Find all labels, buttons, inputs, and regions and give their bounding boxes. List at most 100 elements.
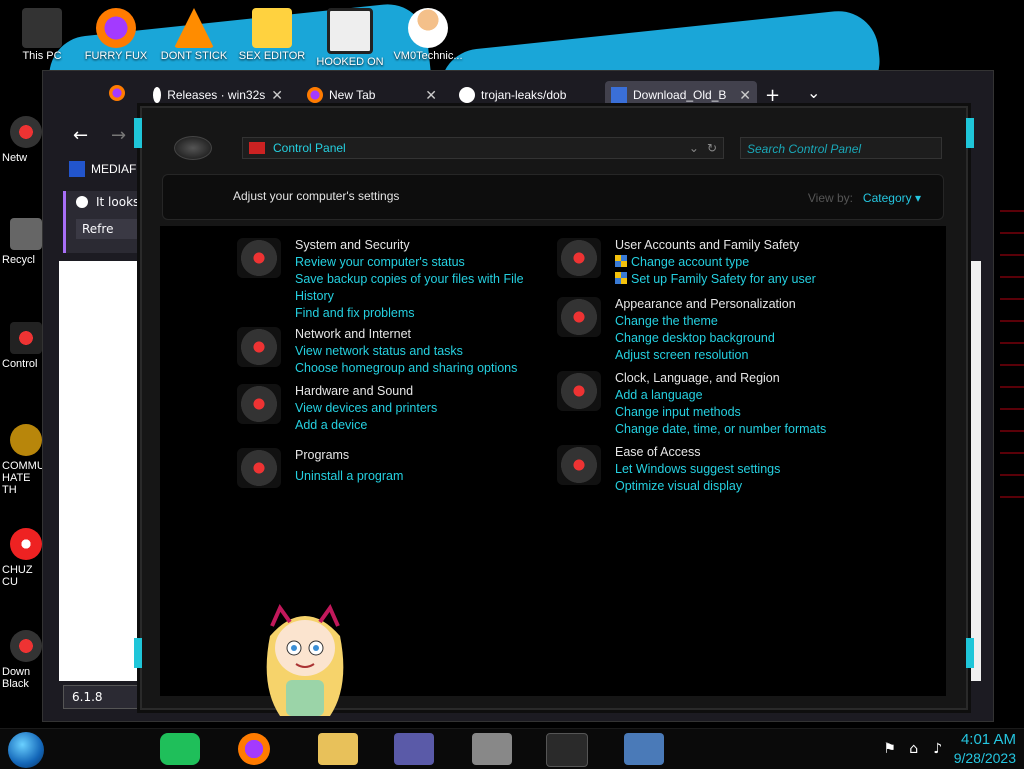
desktop-icon-network[interactable]: Netw [2,116,46,164]
category-link[interactable]: Change account type [615,254,855,271]
category-title[interactable]: Clock, Language, and Region [615,371,855,385]
category-link[interactable]: Change desktop background [615,330,855,347]
network-icon[interactable]: ⌂ [906,741,922,757]
frame-accent [966,118,974,148]
category-title[interactable]: Appearance and Personalization [615,297,855,311]
desktop-icon-label: Control [2,358,38,370]
category-link[interactable]: Let Windows suggest settings [615,461,855,478]
desktop-icon-control-panel[interactable]: Control [2,322,46,370]
desktop-icon-chuz[interactable]: CHUZ CU [2,528,46,588]
desktop-icon-recycle-bin[interactable]: Recycl [2,218,46,266]
flag-icon[interactable]: ⚑ [882,741,898,757]
breadcrumb[interactable]: Control Panel [273,141,346,155]
scrollbar[interactable] [967,261,981,681]
close-tab-icon[interactable]: ✕ [425,87,437,104]
clock-language-icon [557,371,601,411]
desktop-icon-furry-fux[interactable]: FURRY FUX [80,8,152,62]
category-ease-of-access: Ease of Access Let Windows suggest setti… [557,445,855,495]
address-bar[interactable]: Control Panel ⌄ ↻ [242,137,724,159]
category-programs: Programs Uninstall a program [237,448,525,488]
system-tray: ⚑ ⌂ ♪ 4:01 AM 9/28/2023 [882,729,1016,769]
category-link[interactable]: Review your computer's status [295,254,525,271]
category-system-security: System and Security Review your computer… [237,238,525,322]
category-link[interactable]: View devices and printers [295,400,525,417]
forward-button[interactable]: → [111,125,126,146]
desktop-icon-label: This PC [22,50,62,62]
speaker-icon[interactable]: ♪ [930,741,946,757]
search-box[interactable] [740,137,942,160]
desktop-icon-vm0technic[interactable]: VM0Technic... [392,8,464,62]
new-tab-button[interactable]: + [765,85,780,106]
frame-accent [966,638,974,668]
tab-trojan-leaks[interactable]: trojan-leaks/dob [459,81,589,109]
tab-releases[interactable]: Releases · win32s ✕ [153,81,283,109]
category-link[interactable]: Choose homegroup and sharing options [295,360,525,377]
category-title[interactable]: Programs [295,448,525,462]
close-tab-icon[interactable]: ✕ [739,87,751,104]
category-link[interactable]: Find and fix problems [295,305,525,322]
mediafire-icon [69,161,85,177]
page-title: Adjust your computer's settings [233,189,400,203]
taskbar-firefox-icon[interactable] [238,733,270,765]
notice-text: It looks [96,195,140,209]
taskbar-control-panel-icon[interactable] [546,733,588,767]
computer-icon [22,8,62,48]
category-title[interactable]: User Accounts and Family Safety [615,238,855,252]
vlc-icon [174,8,214,48]
clock[interactable]: 4:01 AM 9/28/2023 [954,731,1016,767]
taskbar-notes-icon[interactable] [160,733,200,765]
category-link[interactable]: Uninstall a program [295,468,525,485]
firefox-icon[interactable] [109,85,125,101]
category-title[interactable]: Network and Internet [295,327,525,341]
start-button[interactable] [8,732,44,768]
taskbar-file-explorer-icon[interactable] [318,733,358,765]
desktop-icon-download[interactable]: Down Black [2,630,46,690]
desktop-icon-dont-stick[interactable]: DONT STICK [158,8,230,62]
category-title[interactable]: Hardware and Sound [295,384,525,398]
taskbar-app-icon[interactable] [394,733,434,765]
taskbar-network-icon[interactable] [624,733,664,765]
category-link[interactable]: Adjust screen resolution [615,347,855,364]
desktop-icon-label: COMMU HATE TH [2,460,45,496]
tab-label: Download_Old_B [633,88,727,102]
download-icon [10,630,42,662]
desktop-icon-label: HOOKED ON [316,56,384,68]
category-link[interactable]: Save backup copies of your files with Fi… [295,271,525,305]
desktop-icon-this-pc[interactable]: This PC [6,8,78,62]
category-link[interactable]: Change date, time, or number formats [615,421,855,438]
github-icon [153,87,162,103]
category-link[interactable]: Change the theme [615,313,855,330]
category-link[interactable]: Add a language [615,387,855,404]
tab-new-tab[interactable]: New Tab ✕ [307,81,437,109]
category-title[interactable]: System and Security [295,238,525,252]
category-link[interactable]: Add a device [295,417,525,434]
tab-download-old[interactable]: Download_Old_B ✕ [605,81,757,109]
money-bag-icon [10,424,42,456]
category-title[interactable]: Ease of Access [615,445,855,459]
search-input[interactable] [741,138,929,160]
system-security-icon [237,238,281,278]
close-tab-icon[interactable]: ✕ [271,87,283,104]
tab-label: New Tab [329,88,376,102]
back-orb-icon[interactable] [174,136,212,160]
category-link[interactable]: Set up Family Safety for any user [615,271,855,288]
refresh-icon[interactable]: ↻ [707,141,717,155]
doctor-icon [408,8,448,48]
view-by-dropdown[interactable]: Category ▾ [863,191,921,205]
clock-date: 9/28/2023 [953,750,1016,766]
desktop-icon-sex-editor[interactable]: SEX EDITOR [236,8,308,62]
back-button[interactable]: ← [73,125,88,146]
desktop-icon-hooked-on[interactable]: HOOKED ON [314,8,386,68]
chevron-down-icon[interactable]: ⌄ [689,141,699,155]
desktop-icon-communist[interactable]: COMMU HATE TH [2,424,46,496]
taskbar-firewall-icon[interactable] [472,733,512,765]
category-link[interactable]: View network status and tasks [295,343,525,360]
list-tabs-button[interactable]: ⌄ [807,83,820,102]
category-link[interactable]: Optimize visual display [615,478,855,495]
firefox-icon [307,87,323,103]
category-link[interactable]: Change input methods [615,404,855,421]
frame-accent [134,638,142,668]
star-butterfly-sticker [266,603,344,716]
page-content [59,261,151,681]
refresh-button[interactable]: Refre [76,219,148,239]
